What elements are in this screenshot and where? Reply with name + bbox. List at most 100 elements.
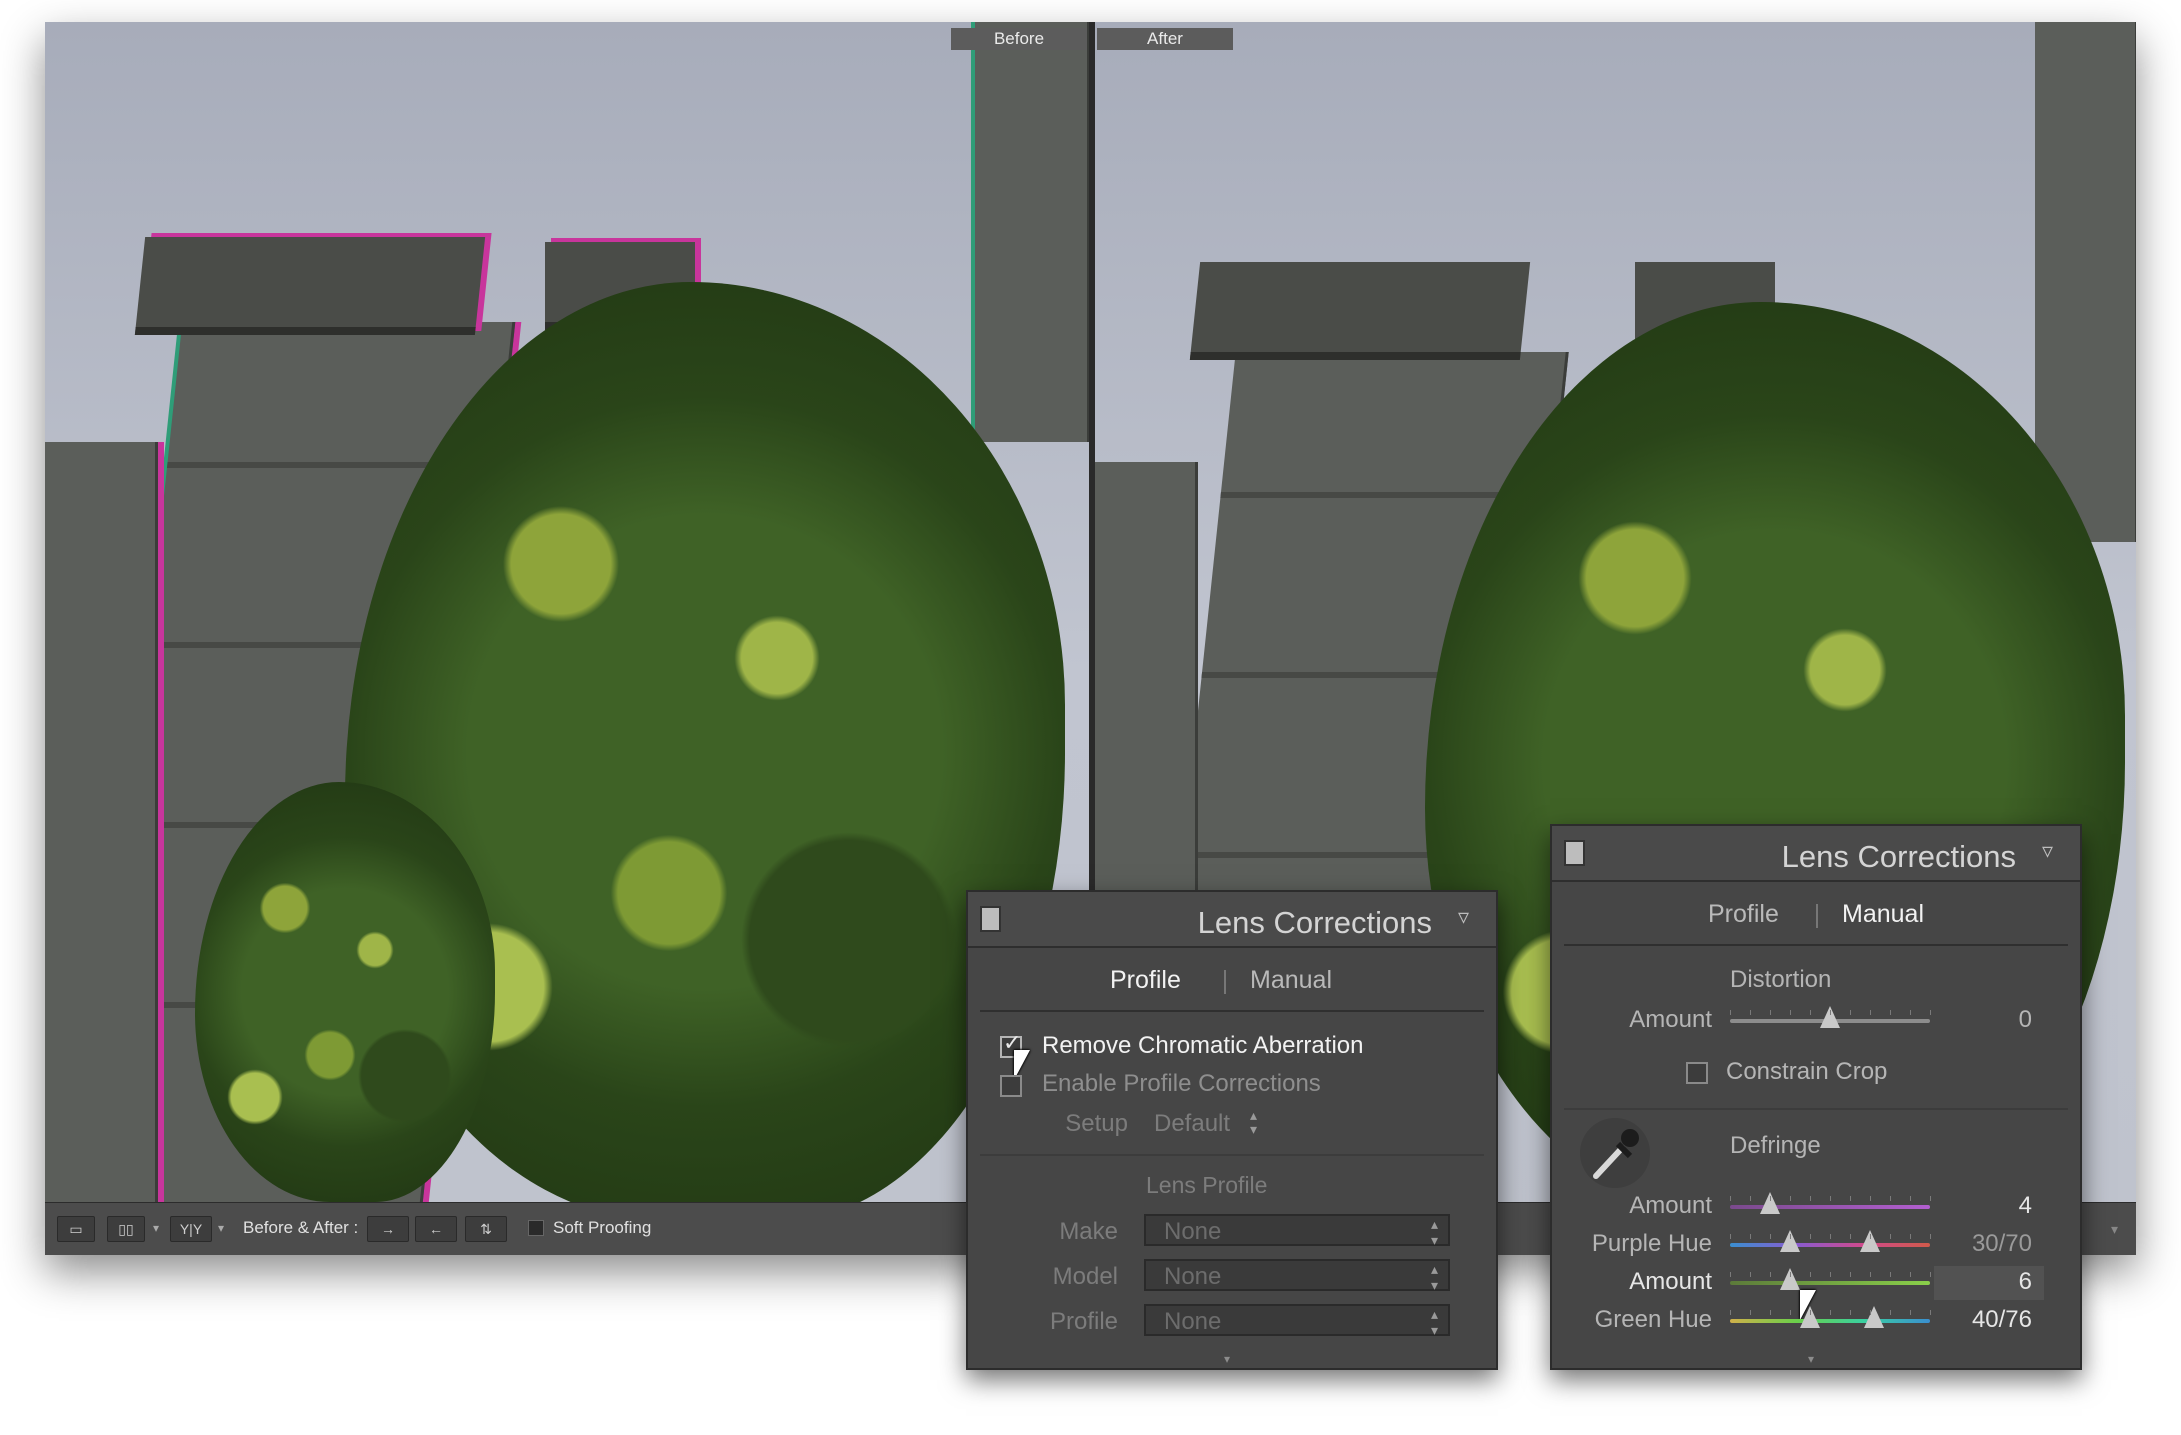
constrain-crop-checkbox[interactable] <box>1686 1062 1708 1084</box>
side-turret <box>45 442 158 1202</box>
tab-profile[interactable]: Profile <box>1708 900 1779 929</box>
slider-tick <box>1910 1272 1911 1277</box>
panel-header[interactable]: Lens Corrections ▿ <box>968 892 1496 948</box>
slider-tick <box>1850 1196 1851 1201</box>
slider-tick <box>1930 1196 1931 1201</box>
lens-profile-header: Lens Profile <box>1146 1172 1268 1198</box>
purple-amount-label: Amount <box>1629 1192 1712 1219</box>
slider-tick <box>1830 1010 1831 1015</box>
panel-collapse-icon[interactable]: ▿ <box>2042 840 2064 862</box>
slider-tick <box>1930 1234 1931 1239</box>
copy-before-to-after-icon[interactable]: → <box>367 1216 409 1242</box>
slider-tick <box>1790 1272 1791 1277</box>
view-dropdown-arrow-icon[interactable]: ▾ <box>153 1221 159 1235</box>
panel-collapse-icon[interactable]: ▿ <box>1458 906 1480 928</box>
distortion-header: Distortion <box>1730 966 1832 993</box>
panel-switch-icon[interactable] <box>980 906 1001 932</box>
panel-switch-icon[interactable] <box>1564 840 1585 866</box>
make-label: Make <box>1059 1218 1118 1245</box>
slider-tick <box>1930 1310 1931 1315</box>
slider-tick <box>1930 1010 1931 1015</box>
purple-amount-value[interactable]: 4 <box>1942 1192 2032 1220</box>
slider-tick <box>1730 1234 1731 1239</box>
enable-profile-corrections-label: Enable Profile Corrections <box>1042 1070 1321 1097</box>
slider-tick <box>1910 1234 1911 1239</box>
before-label: Before <box>951 28 1087 50</box>
slider-tick <box>1790 1310 1791 1315</box>
loupe-view-icon[interactable]: ▭ <box>57 1216 95 1242</box>
tab-profile[interactable]: Profile <box>1110 966 1181 995</box>
slider-tick <box>1750 1010 1751 1015</box>
swap-before-after-icon[interactable]: ⇅ <box>465 1216 507 1242</box>
slider-tick <box>1850 1234 1851 1239</box>
slider-tick <box>1930 1272 1931 1277</box>
slider-tick <box>1730 1010 1731 1015</box>
purple-hue-slider[interactable] <box>1730 1230 1931 1252</box>
make-dropdown[interactable]: None ▴ ▾ <box>1144 1214 1450 1248</box>
profile-dropdown[interactable]: None ▴ ▾ <box>1144 1304 1450 1338</box>
soft-proofing-label: Soft Proofing <box>553 1218 652 1237</box>
compare-view-icon[interactable]: ▯▯ <box>107 1216 145 1242</box>
right-spire <box>975 22 1089 442</box>
panel-tabs: Profile Manual <box>980 948 1484 1012</box>
tab-manual[interactable]: Manual <box>1842 900 1924 929</box>
copy-after-to-before-icon[interactable]: ← <box>415 1216 457 1242</box>
slider-tick <box>1750 1310 1751 1315</box>
ivy-foliage-lower <box>195 782 495 1202</box>
slider-tick <box>1870 1196 1871 1201</box>
setup-value[interactable]: Default <box>1154 1110 1230 1138</box>
panel-bottom-arrow-icon[interactable]: ▾ <box>1808 1352 1814 1366</box>
slider-tick <box>1770 1272 1771 1277</box>
slider-tick <box>1890 1196 1891 1201</box>
tab-separator <box>1224 970 1226 994</box>
slider-tick <box>1850 1010 1851 1015</box>
green-amount-slider[interactable] <box>1730 1268 1931 1290</box>
slider-tick <box>1730 1272 1731 1277</box>
enable-profile-corrections-checkbox[interactable] <box>1000 1075 1022 1097</box>
green-amount-value[interactable]: 6 <box>1942 1268 2032 1296</box>
green-amount-label: Amount <box>1629 1268 1712 1295</box>
slider-knob-high[interactable] <box>1864 1306 1884 1328</box>
model-value: None <box>1164 1263 1222 1290</box>
slider-tick <box>1790 1196 1791 1201</box>
section-divider <box>980 1154 1484 1156</box>
stepper-icon: ▴ ▾ <box>1430 1216 1438 1248</box>
profile-label: Profile <box>1049 1308 1118 1335</box>
slider-tick <box>1870 1234 1871 1239</box>
slider-tick <box>1870 1272 1871 1277</box>
green-hue-slider[interactable] <box>1730 1306 1931 1328</box>
slider-tick <box>1770 1234 1771 1239</box>
before-after-dropdown-arrow-icon[interactable]: ▾ <box>218 1221 224 1235</box>
purple-hue-value[interactable]: 30/70 <box>1942 1230 2032 1258</box>
purple-amount-slider[interactable] <box>1730 1192 1931 1214</box>
slider-tick <box>1750 1272 1751 1277</box>
distortion-amount-slider[interactable] <box>1730 1006 1931 1028</box>
before-preview[interactable]: Before <box>45 22 1089 1202</box>
slider-tick <box>1830 1196 1831 1201</box>
slider-tick <box>1810 1010 1811 1015</box>
green-hue-value[interactable]: 40/76 <box>1942 1306 2032 1334</box>
slider-tick <box>1810 1310 1811 1315</box>
tower-cap <box>134 237 486 335</box>
slider-tick <box>1790 1234 1791 1239</box>
eyedropper-icon[interactable] <box>1580 1118 1650 1188</box>
slider-tick <box>1810 1234 1811 1239</box>
before-after-view-button[interactable]: Y|Y <box>170 1216 212 1242</box>
panel-bottom-arrow-icon[interactable]: ▾ <box>1224 1352 1230 1366</box>
toolbar-menu-arrow-icon[interactable]: ▾ <box>2111 1221 2118 1238</box>
tab-manual[interactable]: Manual <box>1250 966 1332 995</box>
slider-tick <box>1890 1272 1891 1277</box>
stepper-icon: ▴ ▾ <box>1430 1261 1438 1293</box>
soft-proofing-checkbox[interactable] <box>528 1220 544 1236</box>
model-label: Model <box>1052 1263 1118 1290</box>
panel-header[interactable]: Lens Corrections ▿ <box>1552 826 2080 882</box>
slider-tick <box>1910 1010 1911 1015</box>
slider-tick <box>1910 1310 1911 1315</box>
setup-stepper-icon[interactable]: ▴ ▾ <box>1250 1108 1257 1136</box>
slider-tick <box>1850 1272 1851 1277</box>
setup-label: Setup <box>1065 1110 1128 1137</box>
profile-value: None <box>1164 1308 1222 1335</box>
model-dropdown[interactable]: None ▴ ▾ <box>1144 1259 1450 1293</box>
distortion-amount-value[interactable]: 0 <box>1942 1006 2032 1034</box>
slider-tick <box>1810 1196 1811 1201</box>
